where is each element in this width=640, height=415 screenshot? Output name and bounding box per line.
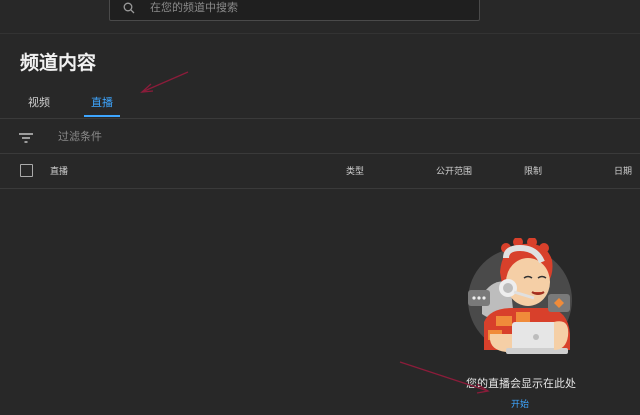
header-divider [0, 33, 640, 34]
filter-bar[interactable]: 过滤条件 [0, 119, 640, 153]
search-icon [122, 1, 136, 15]
column-header-live[interactable]: 直播 [50, 164, 68, 177]
search-input[interactable] [150, 1, 450, 14]
tab-videos[interactable]: 视频 [22, 88, 56, 116]
tab-bar: 视频 直播 [0, 88, 640, 118]
search-box[interactable] [109, 0, 480, 21]
start-live-link[interactable]: 开始 [511, 397, 529, 410]
select-all-checkbox[interactable] [20, 164, 33, 177]
filter-icon[interactable] [19, 129, 33, 143]
filter-input[interactable]: 过滤条件 [58, 128, 102, 144]
tab-live[interactable]: 直播 [84, 88, 120, 116]
column-header-restrictions[interactable]: 限制 [524, 164, 542, 177]
column-header-date[interactable]: 日期 [614, 164, 632, 177]
empty-state-illustration [462, 237, 580, 364]
page-title: 频道内容 [20, 52, 97, 74]
column-header-visibility[interactable]: 公开范围 [436, 164, 472, 177]
table-header-divider [0, 188, 640, 189]
active-tab-indicator [84, 115, 120, 117]
empty-state-message: 您的直播会显示在此处 [466, 377, 576, 390]
table-header: 直播 类型 公开范围 限制 日期 [0, 154, 640, 188]
column-header-type[interactable]: 类型 [346, 164, 364, 177]
